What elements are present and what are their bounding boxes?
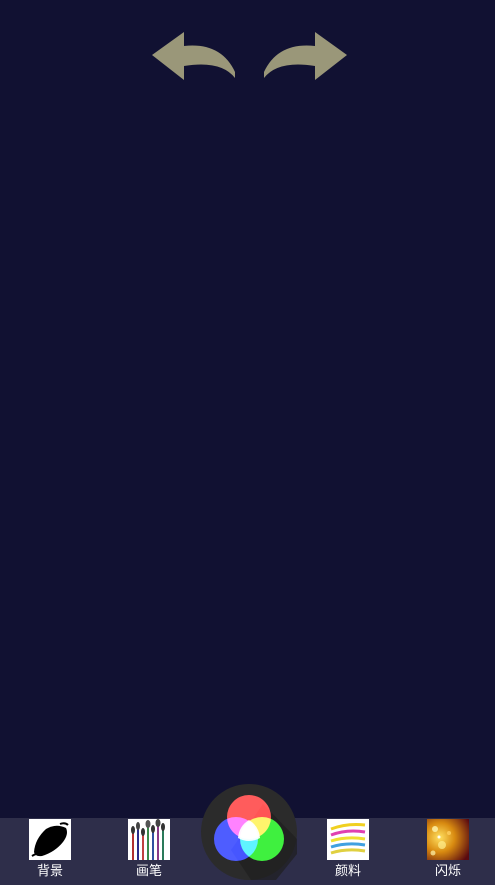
undo-redo-toolbar bbox=[0, 30, 495, 82]
drawing-canvas[interactable] bbox=[0, 95, 495, 817]
background-tool[interactable]: 背景 bbox=[20, 818, 80, 885]
background-tool-label: 背景 bbox=[36, 864, 63, 879]
sparkle-tool[interactable]: 闪烁 bbox=[418, 818, 478, 885]
redo-button[interactable] bbox=[262, 30, 348, 82]
paint-tool-label: 颜料 bbox=[334, 864, 361, 879]
color-picker-button[interactable] bbox=[201, 784, 297, 880]
sparkle-tool-label: 闪烁 bbox=[434, 864, 461, 879]
paint-tool[interactable]: 颜料 bbox=[318, 818, 378, 885]
background-brush-stroke-icon bbox=[29, 819, 71, 860]
paintbrushes-icon bbox=[128, 819, 170, 860]
paint-strokes-icon bbox=[327, 819, 369, 860]
undo-arrow-icon bbox=[152, 32, 235, 80]
redo-arrow-icon bbox=[264, 32, 347, 80]
rgb-color-wheel-icon bbox=[214, 795, 297, 880]
sparkle-lights-icon bbox=[427, 819, 469, 860]
drawing-app: 背景 画笔 颜料 闪烁 bbox=[0, 0, 495, 885]
brush-tool[interactable]: 画笔 bbox=[119, 818, 179, 885]
brush-tool-label: 画笔 bbox=[135, 864, 162, 879]
undo-button[interactable] bbox=[151, 30, 237, 82]
